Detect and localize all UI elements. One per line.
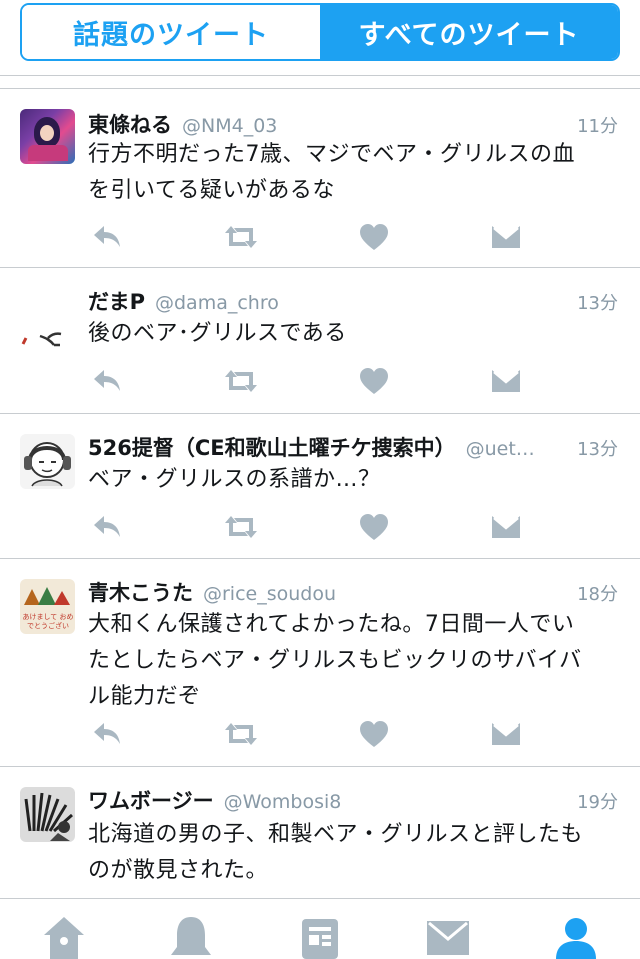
tweet-filter-segmented-control: 話題のツイート すべてのツイート — [20, 3, 620, 61]
tweet-item[interactable]: 526提督（CE和歌山土曜チケ捜索中） @uet… 13分 ベア・グリルスの系譜… — [0, 414, 640, 558]
tweet-item[interactable]: あけまして おめでとうござい 青木こうた @rice_soudou 18分 大和… — [0, 559, 640, 766]
like-icon[interactable] — [354, 507, 394, 547]
avatar[interactable] — [20, 434, 75, 489]
tweet-item[interactable]: だまP @dama_chro 13分 後のベア･グリルスである — [0, 268, 640, 413]
tweet-author-handle[interactable]: @rice_soudou — [203, 583, 569, 605]
avatar[interactable]: あけまして おめでとうござい — [20, 579, 75, 634]
tweet-actions — [88, 714, 528, 754]
direct-message-icon[interactable] — [486, 714, 526, 754]
tweet-item[interactable]: ワムボージー @Wombosi8 19分 北海道の男の子、和製ベア・グリルスと評… — [0, 767, 640, 898]
segment-header: 話題のツイート すべてのツイート — [0, 0, 640, 80]
moments-icon[interactable] — [295, 913, 345, 959]
tweet-actions — [88, 507, 528, 547]
tweet-item[interactable]: 東條ねる @NM4_03 11分 行方不明だった7歳、マジでベア・グリルスの血 … — [0, 89, 640, 267]
tweet-header: 青木こうた @rice_soudou 18分 — [88, 577, 618, 607]
retweet-icon[interactable] — [221, 361, 261, 401]
tweet-author-name[interactable]: 青木こうた — [88, 577, 193, 607]
tweet-actions — [88, 361, 528, 401]
home-icon[interactable] — [39, 913, 89, 959]
reply-icon[interactable] — [88, 361, 128, 401]
tweet-text: 行方不明だった7歳、マジでベア・グリルスの血 を引いてる疑いがあるな — [88, 142, 575, 203]
reply-icon[interactable] — [88, 507, 128, 547]
tweet-author-name[interactable]: 東條ねる — [88, 109, 172, 139]
retweet-icon[interactable] — [221, 714, 261, 754]
direct-message-icon[interactable] — [486, 217, 526, 257]
tweet-text: 北海道の男の子、和製ベア・グリルスと評したも のが散見された。 — [88, 822, 584, 883]
direct-message-icon[interactable] — [486, 507, 526, 547]
reply-icon[interactable] — [88, 714, 128, 754]
retweet-icon[interactable] — [221, 217, 261, 257]
tweet-author-name[interactable]: 526提督（CE和歌山土曜チケ捜索中） — [88, 432, 456, 462]
tweet-header: 526提督（CE和歌山土曜チケ捜索中） @uet… 13分 — [88, 432, 618, 462]
tweet-header: だまP @dama_chro 13分 — [88, 286, 618, 316]
tweet-timestamp: 18分 — [577, 584, 618, 605]
tweet-author-handle[interactable]: @NM4_03 — [182, 115, 569, 137]
segment-trending-tweets[interactable]: 話題のツイート — [22, 5, 320, 59]
like-icon[interactable] — [354, 714, 394, 754]
tweet-author-handle[interactable]: @uet… — [466, 438, 570, 460]
tweet-header: 東條ねる @NM4_03 11分 — [88, 109, 618, 139]
avatar[interactable] — [20, 298, 75, 353]
like-icon[interactable] — [354, 361, 394, 401]
avatar[interactable] — [20, 787, 75, 842]
notifications-icon[interactable] — [166, 913, 216, 959]
tweet-header: ワムボージー @Wombosi8 19分 — [88, 785, 618, 815]
tweet-timestamp: 13分 — [577, 439, 618, 460]
bottom-tab-bar — [0, 898, 640, 959]
avatar[interactable] — [20, 109, 75, 164]
direct-message-icon[interactable] — [486, 361, 526, 401]
tweet-timestamp: 11分 — [577, 116, 618, 137]
tweet-author-handle[interactable]: @Wombosi8 — [224, 791, 570, 813]
divider — [0, 75, 640, 76]
tweet-timestamp: 19分 — [577, 792, 618, 813]
profile-icon[interactable] — [551, 913, 601, 959]
tweet-timestamp: 13分 — [577, 293, 618, 314]
tweet-text: ベア・グリルスの系譜か…？ — [88, 467, 381, 492]
like-icon[interactable] — [354, 217, 394, 257]
tweet-actions — [88, 217, 528, 257]
tweet-author-name[interactable]: だまP — [88, 286, 145, 316]
avatar-caption: あけまして おめでとうござい — [22, 613, 74, 630]
tweet-text: 後のベア･グリルスである — [88, 321, 347, 346]
reply-icon[interactable] — [88, 217, 128, 257]
segment-all-tweets[interactable]: すべてのツイート — [320, 5, 618, 59]
tweet-author-handle[interactable]: @dama_chro — [155, 292, 569, 314]
tweet-text: 大和くん保護されてよかったね。7日間一人でい たとしたらベア・グリルスもビックリ… — [88, 612, 582, 709]
messages-icon[interactable] — [423, 913, 473, 959]
retweet-icon[interactable] — [221, 507, 261, 547]
tweet-author-name[interactable]: ワムボージー — [88, 785, 214, 815]
